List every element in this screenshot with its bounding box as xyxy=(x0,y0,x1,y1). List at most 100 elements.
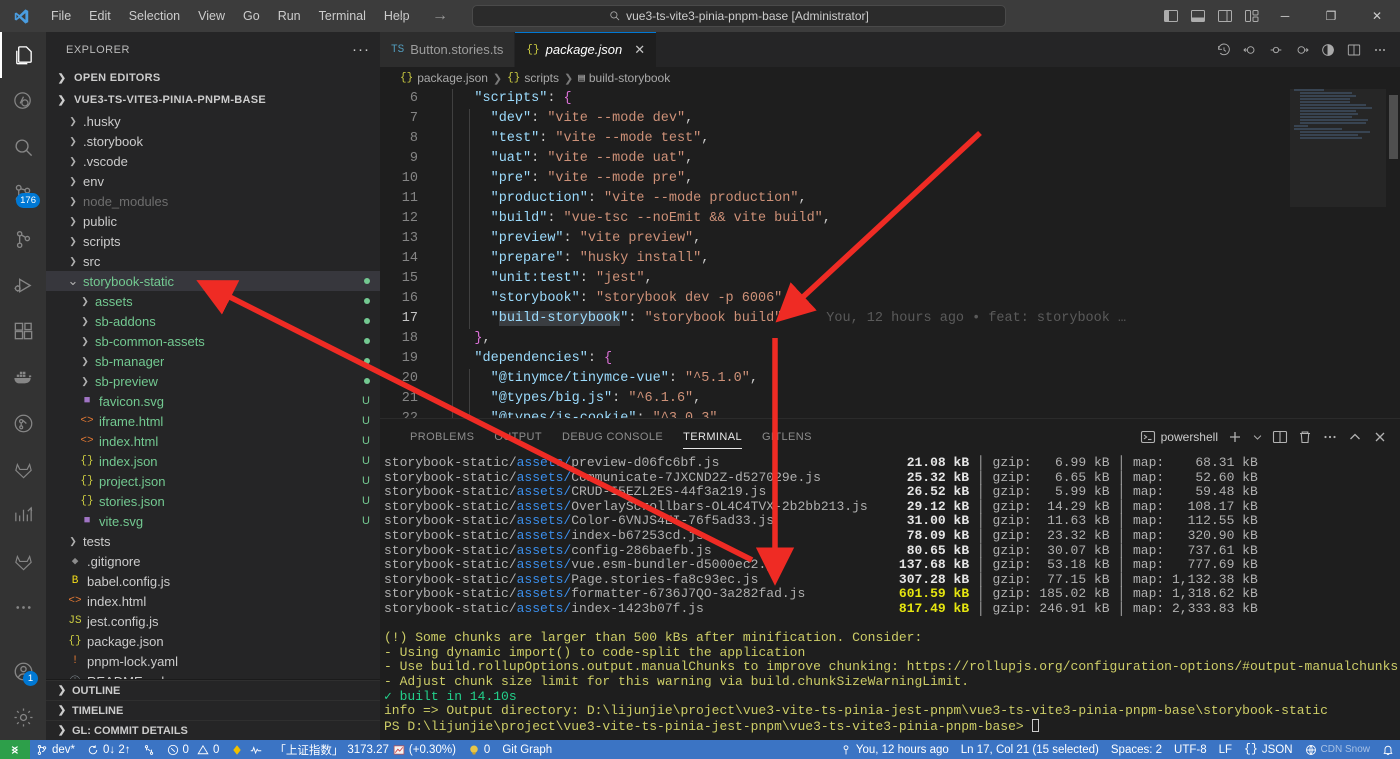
status-eol[interactable]: LF xyxy=(1213,740,1238,759)
terminal-shell-selector[interactable]: powershell xyxy=(1140,429,1218,445)
status-branch[interactable]: dev* xyxy=(30,740,81,759)
code-line[interactable]: "test": "vite --mode test", xyxy=(442,129,1400,149)
tree-folder-row[interactable]: ⌄ storybook-static xyxy=(46,271,380,291)
status-sync[interactable]: 0↓ 2↑ xyxy=(81,740,137,759)
code-lines[interactable]: "scripts": { "dev": "vite --mode dev", "… xyxy=(432,89,1400,418)
window-maximize-button[interactable]: ❐ xyxy=(1308,0,1354,32)
code-line[interactable]: "build": "vue-tsc --noEmit && vite build… xyxy=(442,209,1400,229)
tree-folder-row[interactable]: ❯ .storybook xyxy=(46,131,380,151)
code-line[interactable]: "prepare": "husky install", xyxy=(442,249,1400,269)
code-line[interactable]: "dependencies": { xyxy=(442,349,1400,369)
tree-file-row[interactable]: <> iframe.html U xyxy=(46,411,380,431)
activity-run-debug-icon[interactable] xyxy=(0,262,46,308)
code-line[interactable]: "storybook": "storybook dev -p 6006", xyxy=(442,289,1400,309)
tab-terminal[interactable]: TERMINAL xyxy=(673,419,752,454)
tree-file-row[interactable]: {} stories.json U xyxy=(46,491,380,511)
status-language-mode[interactable]: {} JSON xyxy=(1238,740,1298,759)
activity-more-views-icon[interactable] xyxy=(0,584,46,630)
menu-terminal[interactable]: Terminal xyxy=(310,0,375,32)
code-line[interactable]: "preview": "vite preview", xyxy=(442,229,1400,249)
activity-gitlens-icon[interactable] xyxy=(0,400,46,446)
menu-view[interactable]: View xyxy=(189,0,234,32)
status-import-cost[interactable] xyxy=(225,740,268,759)
activity-gitlab-workflow-icon[interactable] xyxy=(0,446,46,492)
remote-indicator-button[interactable] xyxy=(0,740,30,759)
tree-folder-row[interactable]: ❯ scripts xyxy=(46,231,380,251)
code-line[interactable]: "unit:test": "jest", xyxy=(442,269,1400,289)
activity-extensions-icon[interactable] xyxy=(0,308,46,354)
panel-more-actions-icon[interactable] xyxy=(1322,429,1338,445)
kill-terminal-icon[interactable] xyxy=(1297,429,1313,445)
tree-folder-row[interactable]: ❯ env xyxy=(46,171,380,191)
code-line[interactable]: "@types/big.js": "^6.1.6", xyxy=(442,389,1400,409)
code-line[interactable]: "pre": "vite --mode pre", xyxy=(442,169,1400,189)
tab-gitlens[interactable]: GITLENS xyxy=(752,419,822,454)
quick-open-search[interactable]: vue3-ts-vite3-pinia-pnpm-base [Administr… xyxy=(472,5,1006,27)
tab-button-stories-ts[interactable]: TS Button.stories.ts xyxy=(380,32,516,67)
tab-problems[interactable]: PROBLEMS xyxy=(400,419,484,454)
section-open-editors[interactable]: ❯ OPEN EDITORS xyxy=(46,67,380,89)
toggle-primary-sidebar-icon[interactable] xyxy=(1163,8,1179,24)
editor-vertical-scrollbar[interactable] xyxy=(1386,89,1400,418)
terminal-output[interactable]: storybook-static/assets/preview-d06fc6bf… xyxy=(380,454,1400,740)
tree-file-row[interactable]: ◆ .gitignore xyxy=(46,551,380,571)
activity-manage-settings-icon[interactable] xyxy=(0,694,46,740)
code-line[interactable]: "@types/js-cookie": "^3.0.3", xyxy=(442,409,1400,418)
tree-folder-row[interactable]: ❯ src xyxy=(46,251,380,271)
breadcrumb-item[interactable]: ▤ build-storybook xyxy=(578,71,670,85)
status-cdn-snow[interactable]: CDN Snow xyxy=(1299,740,1376,759)
tree-file-row[interactable]: JS jest.config.js xyxy=(46,611,380,631)
activity-explorer-icon[interactable] xyxy=(0,32,46,78)
tree-folder-row[interactable]: ❯ sb-addons xyxy=(46,311,380,331)
status-git-stash[interactable] xyxy=(137,740,161,759)
tree-file-row[interactable]: ■ vite.svg U xyxy=(46,511,380,531)
menu-selection[interactable]: Selection xyxy=(120,0,189,32)
toggle-secondary-sidebar-icon[interactable] xyxy=(1217,8,1233,24)
menu-edit[interactable]: Edit xyxy=(80,0,120,32)
status-gitgraph[interactable]: 0 Git Graph xyxy=(462,740,558,759)
code-line[interactable]: "dev": "vite --mode dev", xyxy=(442,109,1400,129)
activity-search-icon[interactable] xyxy=(0,124,46,170)
tab-close-icon[interactable]: ✕ xyxy=(634,42,645,58)
status-blame[interactable]: You, 12 hours ago xyxy=(834,740,955,759)
tree-file-row[interactable]: ■ favicon.svg U xyxy=(46,391,380,411)
split-editor-icon[interactable] xyxy=(1346,42,1362,58)
code-line[interactable]: }, xyxy=(442,329,1400,349)
tree-folder-row[interactable]: ❯ node_modules xyxy=(46,191,380,211)
code-editor[interactable]: 6 7 8 9 10 11 12 13 14 15 16 17 18 19 20 21 22 "scripts"… xyxy=(380,89,1400,418)
toggle-diff-icon[interactable] xyxy=(1320,42,1336,58)
section-timeline[interactable]: ❯ TIMELINE xyxy=(46,700,380,720)
section-outline[interactable]: ❯ OUTLINE xyxy=(46,680,380,700)
code-line[interactable]: "uat": "vite --mode uat", xyxy=(442,149,1400,169)
window-minimize-button[interactable]: ─ xyxy=(1262,0,1308,32)
customize-layout-icon[interactable] xyxy=(1244,8,1260,24)
scrollbar-thumb[interactable] xyxy=(1389,95,1398,159)
activity-docker-icon[interactable] xyxy=(0,354,46,400)
activity-source-control-graph-icon[interactable] xyxy=(0,216,46,262)
tree-file-row[interactable]: {} project.json U xyxy=(46,471,380,491)
menu-go[interactable]: Go xyxy=(234,0,269,32)
tree-folder-row[interactable]: ❯ tests xyxy=(46,531,380,551)
menu-run[interactable]: Run xyxy=(269,0,310,32)
next-change-icon[interactable] xyxy=(1294,42,1310,58)
tree-file-row[interactable]: {} index.json U xyxy=(46,451,380,471)
sidebar-more-actions-icon[interactable]: ··· xyxy=(352,41,370,58)
previous-change-icon[interactable] xyxy=(1242,42,1258,58)
section-gl-commit-details[interactable]: ❯ GL: COMMIT DETAILS xyxy=(46,720,380,740)
status-problems[interactable]: 0 0 xyxy=(161,740,226,759)
tree-file-row[interactable]: <> index.html xyxy=(46,591,380,611)
current-change-icon[interactable] xyxy=(1268,42,1284,58)
code-line[interactable]: "production": "vite --mode production", xyxy=(442,189,1400,209)
navigate-forward-icon[interactable]: → xyxy=(432,8,448,24)
status-notifications[interactable] xyxy=(1376,740,1400,759)
code-line[interactable]: "build-storybook": "storybook build" You,… xyxy=(442,309,1400,329)
tree-folder-row[interactable]: ❯ .husky xyxy=(46,111,380,131)
activity-accounts-icon[interactable]: 1 xyxy=(0,648,46,694)
status-indentation[interactable]: Spaces: 2 xyxy=(1105,740,1168,759)
breadcrumb-item[interactable]: {} scripts xyxy=(507,71,559,85)
tree-folder-row[interactable]: ❯ sb-common-assets xyxy=(46,331,380,351)
tree-file-row[interactable]: ⓘREADME.md xyxy=(46,671,380,680)
code-line[interactable]: "@tinymce/tinymce-vue": "^5.1.0", xyxy=(442,369,1400,389)
timeline-history-icon[interactable] xyxy=(1216,42,1232,58)
activity-source-control-icon[interactable]: 176 xyxy=(0,170,46,216)
